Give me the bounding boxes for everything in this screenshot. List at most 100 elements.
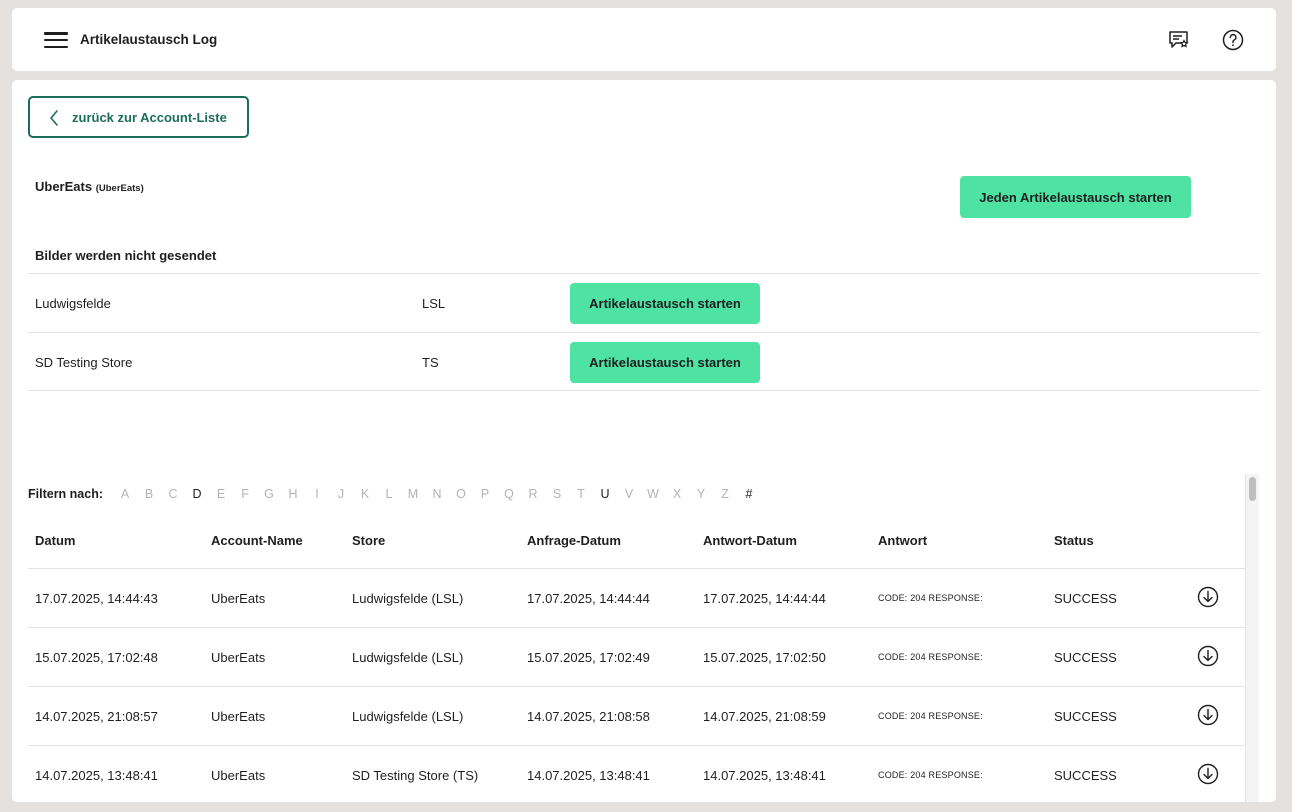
cell-datum: 14.07.2025, 13:48:41	[35, 768, 158, 783]
filter-letter[interactable]: Y	[689, 487, 713, 501]
store-code: LSL	[422, 296, 446, 311]
account-subname: (UberEats)	[95, 183, 144, 194]
filter-letter[interactable]: N	[425, 487, 449, 501]
feedback-icon[interactable]	[1167, 28, 1191, 52]
cell-antwort: CODE: 204 RESPONSE:	[878, 593, 983, 603]
filter-letter[interactable]: J	[329, 487, 353, 501]
filter-letter[interactable]: B	[137, 487, 161, 501]
cell-anfrage-datum: 14.07.2025, 13:48:41	[527, 768, 650, 783]
download-icon[interactable]	[1197, 763, 1219, 788]
table-row: 15.07.2025, 17:02:48 UberEats Ludwigsfelde…	[28, 628, 1245, 687]
back-to-account-list-button[interactable]: zurück zur Account-Liste	[28, 96, 249, 138]
filter-label: Filtern nach:	[28, 487, 104, 501]
filter-letter[interactable]: L	[377, 487, 401, 501]
store-row: SD Testing Store TS Artikelaustausch sta…	[28, 332, 1260, 391]
filter-letter[interactable]: Q	[497, 487, 521, 501]
filter-letter[interactable]: V	[617, 487, 641, 501]
table-body: 17.07.2025, 14:44:43 UberEats Ludwigsfelde…	[28, 569, 1245, 802]
download-icon[interactable]	[1197, 704, 1219, 729]
filter-letter[interactable]: I	[305, 487, 329, 501]
cell-store: Ludwigsfelde (LSL)	[352, 709, 464, 724]
filter-letter[interactable]: Z	[713, 487, 737, 501]
cell-antwort-datum: 15.07.2025, 17:02:50	[703, 650, 826, 665]
column-header-antwort-datum[interactable]: Antwort-Datum	[703, 533, 797, 548]
column-header-store[interactable]: Store	[352, 533, 385, 548]
table-scrollbar[interactable]	[1245, 474, 1259, 802]
table-row: 14.07.2025, 21:08:57 UberEats Ludwigsfelde…	[28, 687, 1245, 746]
filter-letter[interactable]: R	[521, 487, 545, 501]
alphabet-filter: Filtern nach: ABCDEFGHIJKLMNOPQRSTUVWXYZ…	[28, 486, 761, 502]
download-icon[interactable]	[1197, 586, 1219, 611]
filter-letter[interactable]: U	[593, 487, 617, 501]
menu-icon[interactable]	[44, 32, 68, 48]
table-header: Datum Account-Name Store Anfrage-Datum A…	[28, 513, 1245, 569]
cell-datum: 17.07.2025, 14:44:43	[35, 591, 158, 606]
table-row: 14.07.2025, 13:48:41 UberEats SD Testing S…	[28, 746, 1245, 802]
store-code: TS	[422, 355, 439, 370]
cell-store: SD Testing Store (TS)	[352, 768, 479, 783]
filter-letter[interactable]: C	[161, 487, 185, 501]
column-header-datum[interactable]: Datum	[35, 533, 75, 548]
column-header-anfrage-datum[interactable]: Anfrage-Datum	[527, 533, 621, 548]
cell-account-name: UberEats	[211, 591, 266, 606]
cell-store: Ludwigsfelde (LSL)	[352, 591, 464, 606]
scrollbar-thumb[interactable]	[1249, 477, 1256, 501]
filter-letter[interactable]: D	[185, 487, 209, 501]
filter-letter[interactable]: G	[257, 487, 281, 501]
store-name: Ludwigsfelde	[35, 296, 111, 311]
column-header-status[interactable]: Status	[1054, 533, 1094, 548]
page-title: Artikelaustausch Log	[80, 32, 218, 47]
column-header-antwort[interactable]: Antwort	[878, 533, 927, 548]
chevron-left-icon	[48, 109, 60, 132]
cell-anfrage-datum: 17.07.2025, 14:44:44	[527, 591, 650, 606]
cell-account-name: UberEats	[211, 709, 266, 724]
images-note: Bilder werden nicht gesendet	[35, 248, 217, 263]
cell-antwort: CODE: 204 RESPONSE:	[878, 652, 983, 662]
cell-antwort-datum: 17.07.2025, 14:44:44	[703, 591, 826, 606]
store-name: SD Testing Store	[35, 355, 133, 370]
cell-antwort: CODE: 204 RESPONSE:	[878, 770, 983, 780]
account-title: UberEats (UberEats)	[35, 179, 144, 194]
store-row: Ludwigsfelde LSL Artikelaustausch starte…	[28, 273, 1260, 332]
filter-letter[interactable]: E	[209, 487, 233, 501]
cell-antwort-datum: 14.07.2025, 21:08:59	[703, 709, 826, 724]
store-list: Ludwigsfelde LSL Artikelaustausch starte…	[28, 273, 1260, 391]
filter-letter[interactable]: W	[641, 487, 665, 501]
cell-status: SUCCESS	[1054, 709, 1117, 724]
filter-letter[interactable]: O	[449, 487, 473, 501]
cell-anfrage-datum: 15.07.2025, 17:02:49	[527, 650, 650, 665]
filter-letter[interactable]: T	[569, 487, 593, 501]
start-exchange-button[interactable]: Artikelaustausch starten	[570, 342, 760, 383]
filter-letter[interactable]: M	[401, 487, 425, 501]
filter-letter[interactable]: #	[737, 487, 761, 501]
filter-letter[interactable]: A	[113, 487, 137, 501]
cell-anfrage-datum: 14.07.2025, 21:08:58	[527, 709, 650, 724]
column-header-account-name[interactable]: Account-Name	[211, 533, 303, 548]
filter-letter[interactable]: X	[665, 487, 689, 501]
filter-letter[interactable]: K	[353, 487, 377, 501]
filter-letters: A B C D E F G H I J K L M N O P Q R S T U V W X Y Z #	[113, 487, 761, 501]
back-button-label: zurück zur Account-Liste	[72, 110, 227, 125]
cell-status: SUCCESS	[1054, 768, 1117, 783]
download-icon[interactable]	[1197, 645, 1219, 670]
start-all-exchanges-button[interactable]: Jeden Artikelaustausch starten	[960, 176, 1191, 218]
cell-store: Ludwigsfelde (LSL)	[352, 650, 464, 665]
top-bar: Artikelaustausch Log	[12, 8, 1276, 71]
cell-account-name: UberEats	[211, 650, 266, 665]
cell-antwort: CODE: 204 RESPONSE:	[878, 711, 983, 721]
help-icon[interactable]	[1221, 28, 1245, 52]
log-table: Datum Account-Name Store Anfrage-Datum A…	[28, 513, 1245, 802]
cell-datum: 14.07.2025, 21:08:57	[35, 709, 158, 724]
cell-datum: 15.07.2025, 17:02:48	[35, 650, 158, 665]
account-name: UberEats	[35, 179, 93, 194]
filter-letter[interactable]: F	[233, 487, 257, 501]
main-panel: zurück zur Account-Liste UberEats (UberE…	[12, 80, 1276, 802]
filter-letter[interactable]: S	[545, 487, 569, 501]
start-exchange-button[interactable]: Artikelaustausch starten	[570, 283, 760, 324]
cell-status: SUCCESS	[1054, 650, 1117, 665]
filter-letter[interactable]: H	[281, 487, 305, 501]
table-row: 17.07.2025, 14:44:43 UberEats Ludwigsfelde…	[28, 569, 1245, 628]
cell-account-name: UberEats	[211, 768, 266, 783]
filter-letter[interactable]: P	[473, 487, 497, 501]
cell-antwort-datum: 14.07.2025, 13:48:41	[703, 768, 826, 783]
